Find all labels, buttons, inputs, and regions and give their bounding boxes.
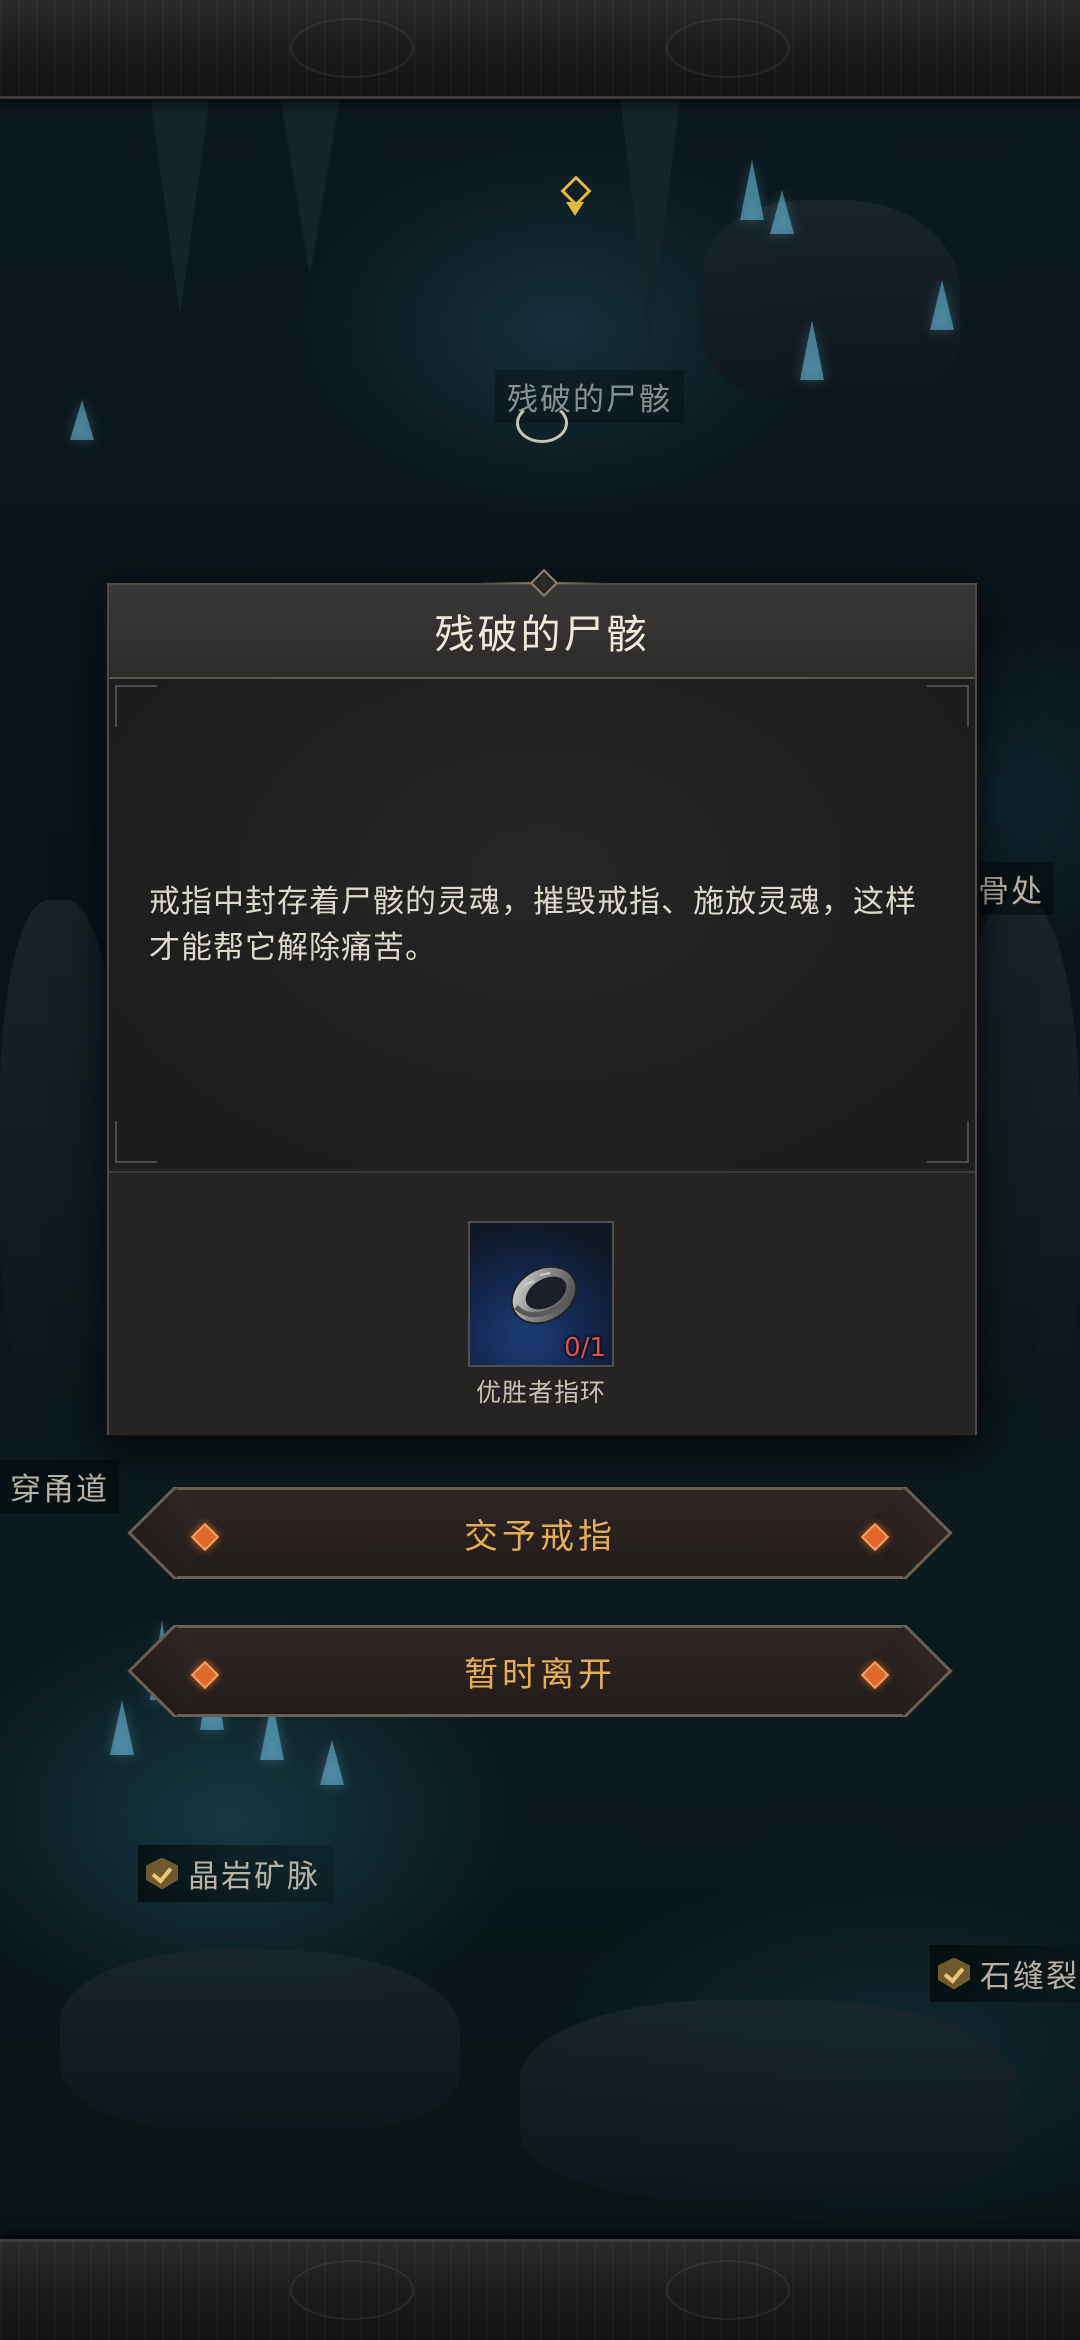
cave-rock bbox=[60, 1950, 460, 2130]
button-gem-icon bbox=[860, 1660, 890, 1690]
frame-ornament bbox=[290, 2260, 414, 2320]
cave-rock bbox=[0, 900, 120, 1400]
corner-ornament bbox=[115, 685, 157, 727]
cave-rock bbox=[520, 2000, 1020, 2200]
button-gem-icon bbox=[860, 1522, 890, 1552]
crystal bbox=[740, 160, 764, 220]
stalactite bbox=[280, 96, 340, 276]
item-slot[interactable]: 0/1 bbox=[468, 1221, 614, 1367]
crystal bbox=[770, 190, 794, 234]
frame-ornament bbox=[290, 18, 414, 78]
corner-ornament bbox=[927, 1121, 969, 1163]
crystal bbox=[930, 280, 954, 330]
check-icon bbox=[938, 1957, 970, 1990]
button-gem-icon bbox=[190, 1522, 220, 1552]
map-marker-bones[interactable]: 骨处 bbox=[968, 862, 1054, 915]
map-marker-label: 石缝裂 bbox=[980, 1959, 1079, 1995]
frame-ornament bbox=[666, 18, 790, 78]
map-marker-passage[interactable]: 穿甬道 bbox=[0, 1460, 119, 1513]
leave-button[interactable]: 暂时离开 bbox=[173, 1625, 907, 1717]
cave-rock bbox=[960, 900, 1080, 1400]
bottom-frame-bar bbox=[0, 2239, 1080, 2340]
event-dialog: 残破的尸骸 戒指中封存着尸骸的灵魂，摧毁戒指、施放灵魂，这样才能帮它解除痛苦。 bbox=[107, 568, 977, 1435]
button-gem-icon bbox=[190, 1660, 220, 1690]
give-ring-label: 交予戒指 bbox=[464, 1516, 616, 1557]
item-name: 优胜者指环 bbox=[475, 1378, 606, 1407]
ring-icon bbox=[510, 1265, 578, 1325]
corner-ornament bbox=[115, 1121, 157, 1163]
top-frame-bar bbox=[0, 0, 1080, 99]
give-ring-button[interactable]: 交予戒指 bbox=[173, 1487, 907, 1579]
crystal bbox=[800, 320, 824, 380]
frame-ornament bbox=[666, 2260, 790, 2320]
map-marker-label: 晶岩矿脉 bbox=[188, 1859, 320, 1895]
dialog-body: 戒指中封存着尸骸的灵魂，摧毁戒指、施放灵魂，这样才能帮它解除痛苦。 bbox=[109, 679, 975, 1169]
stalactite bbox=[150, 96, 210, 316]
stalactite bbox=[620, 96, 680, 346]
crystal bbox=[320, 1740, 344, 1785]
quest-marker-icon[interactable] bbox=[562, 180, 586, 220]
cave-rock bbox=[700, 200, 960, 400]
corner-ornament bbox=[927, 685, 969, 727]
dialog-header: 残破的尸骸 bbox=[109, 568, 975, 679]
item-count: 0/1 bbox=[564, 1333, 606, 1363]
map-marker-crystal-mine[interactable]: 晶岩矿脉 bbox=[138, 1845, 334, 1902]
leave-label: 暂时离开 bbox=[464, 1654, 616, 1695]
location-ring-icon bbox=[516, 403, 568, 443]
map-marker-stone-crack[interactable]: 石缝裂 bbox=[930, 1945, 1080, 2002]
game-screen: 残破的尸骸 穿甬道 骨处 晶岩矿脉 石缝裂 残破的尸骸 戒指中封存着尸骸的灵魂，… bbox=[0, 0, 1080, 2340]
check-icon bbox=[146, 1857, 178, 1890]
header-gem-icon bbox=[529, 568, 559, 598]
dialog-title: 残破的尸骸 bbox=[434, 612, 650, 658]
dialog-description: 戒指中封存着尸骸的灵魂，摧毁戒指、施放灵魂，这样才能帮它解除痛苦。 bbox=[149, 884, 917, 966]
crystal bbox=[70, 400, 94, 440]
crystal bbox=[110, 1700, 134, 1755]
